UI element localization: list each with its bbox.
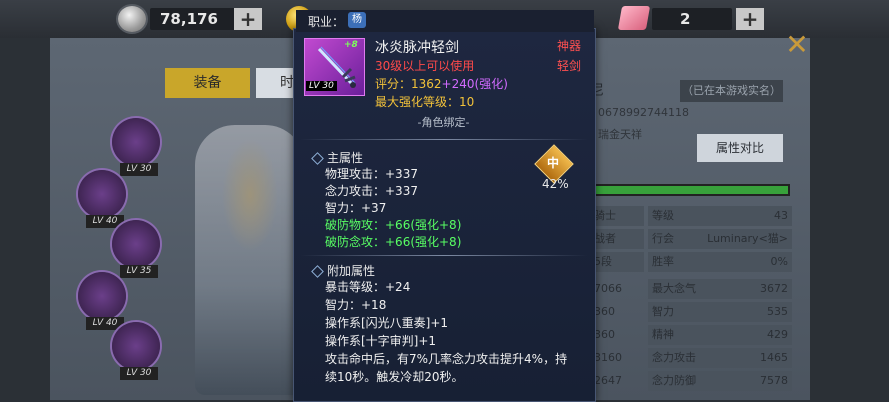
item-name: 冰炎脉冲轻剑 (375, 40, 459, 56)
player-uid: 0678992744118 (598, 106, 689, 119)
stat-label: 最大念气 (652, 282, 696, 295)
job-badge: 杨 (348, 12, 366, 28)
main-attr-title: 主属性 (311, 149, 364, 166)
divider (300, 255, 588, 256)
stat-label: 念力防御 (652, 374, 696, 387)
item-requirement: 30级以上可以使用 (375, 59, 475, 73)
main-stat: 物理攻击：+337 (325, 167, 418, 181)
tab-equipment[interactable]: 装备 (165, 68, 250, 98)
enhance-level: +8 (344, 40, 358, 50)
main-stat: 智力：+37 (325, 201, 387, 215)
stat-value: 3672 (760, 282, 788, 295)
info-value: 43 (774, 209, 788, 222)
item-level: LV 30 (306, 81, 337, 91)
stat-row: 智力 535 (648, 302, 792, 322)
diamond-icon (311, 265, 324, 278)
score-bonus: +240(强化) (441, 77, 508, 91)
slot-level: LV 35 (120, 265, 158, 278)
equip-slot-pants[interactable] (78, 272, 126, 320)
item-score: 评分：1362+240(强化) (375, 75, 508, 92)
stat-row: 精神 429 (648, 325, 792, 345)
effect-text: 续10秒。触发冷却20秒。 (325, 370, 464, 384)
main-stat: 念力攻击：+337 (325, 184, 418, 198)
info-row-guild: 行会 Luminary<猫> (648, 229, 792, 249)
extra-stat: 操作系[十字审判]+1 (325, 334, 437, 348)
stat-value: 1465 (760, 351, 788, 364)
gem-icon (617, 6, 651, 30)
info-left: 5段 (594, 252, 644, 272)
add-coin-button[interactable]: + (234, 8, 262, 30)
stat-far: 7066 (594, 282, 622, 295)
stat-label: 念力攻击 (652, 351, 696, 364)
stat-value: 535 (767, 305, 788, 318)
enhanced-stat: 破防念攻：+66(强化+8) (325, 235, 462, 249)
info-left: 战者 (594, 229, 644, 249)
extra-stat: 操作系[闪光八重奏]+1 (325, 316, 449, 330)
compare-stats-button[interactable]: 属性对比 (697, 134, 783, 162)
info-row-level: 等级 43 (648, 206, 792, 226)
item-type: 轻剑 (557, 59, 582, 73)
gem-pill (652, 8, 732, 30)
job-label: 职业： (308, 15, 345, 29)
divider (300, 139, 588, 140)
enhanced-stat: 破防物攻：+66(强化+8) (325, 218, 462, 232)
diamond-icon (311, 152, 324, 165)
stat-row: 念力攻击 1465 (648, 348, 792, 368)
experience-bar (594, 184, 790, 196)
close-icon[interactable]: ✕ (782, 30, 812, 60)
coin-amount: 78,176 (160, 10, 218, 28)
stat-far: 360 (594, 305, 615, 318)
add-gem-button[interactable]: + (736, 8, 764, 30)
stat-far: 360 (594, 328, 615, 341)
item-rarity: 神器 (557, 39, 582, 53)
bind-status: -角色绑定- (417, 116, 470, 129)
extra-stat: 智力：+18 (325, 298, 387, 312)
equip-slot-boots[interactable] (112, 322, 160, 370)
main-attr-label: 主属性 (327, 151, 364, 165)
extra-stat: 暴击等级：+24 (325, 280, 411, 294)
stat-value: 7578 (760, 374, 788, 387)
character-portrait (195, 125, 305, 395)
extra-attr-label: 附加属性 (327, 264, 376, 278)
equip-slot-helmet[interactable] (112, 118, 160, 166)
extra-attr-title: 附加属性 (311, 262, 376, 279)
info-value: 0% (770, 255, 788, 268)
silver-coin-icon (118, 6, 146, 32)
stat-value: 429 (767, 328, 788, 341)
info-label: 行会 (652, 232, 674, 245)
max-enhance-level: 最大强化等级：10 (375, 95, 475, 109)
equip-slot-gloves[interactable] (112, 220, 160, 268)
info-row-winrate: 胜率 0% (648, 252, 792, 272)
info-left: 骑士 (594, 206, 644, 226)
player-guild: 瑞金天祥 (598, 128, 642, 141)
stat-far: 3160 (594, 351, 622, 364)
info-value: Luminary<猫> (707, 232, 788, 245)
info-label: 等级 (652, 209, 674, 222)
gem-amount: 2 (680, 10, 691, 28)
stat-row: 最大念气 3672 (648, 279, 792, 299)
score-value: 评分：1362 (375, 77, 442, 91)
effect-text: 攻击命中后，有7%几率念力攻击提升4%，持 (325, 352, 568, 366)
equip-slot-armor[interactable] (78, 170, 126, 218)
stat-row: 念力防御 7578 (648, 371, 792, 391)
stat-far: 2647 (594, 374, 622, 387)
slot-level: LV 30 (120, 163, 158, 176)
tab-other[interactable]: 时 (256, 68, 296, 98)
verified-tag: （已在本游戏实名） (680, 80, 783, 102)
slot-level: LV 30 (120, 367, 158, 380)
grade-medal-text: 中 (546, 156, 559, 170)
grade-percent: 42% (542, 177, 569, 191)
stat-label: 智力 (652, 305, 674, 318)
info-label: 胜率 (652, 255, 674, 268)
stat-label: 精神 (652, 328, 674, 341)
